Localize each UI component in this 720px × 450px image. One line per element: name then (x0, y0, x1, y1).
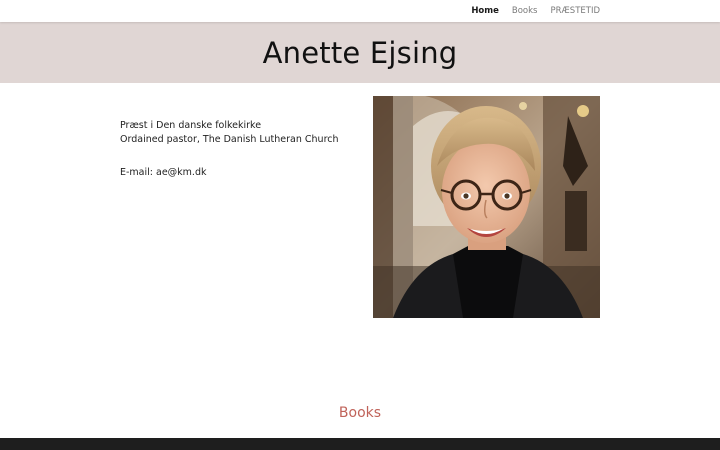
nav-item-books[interactable]: Books (512, 6, 538, 16)
portrait-photo (373, 96, 600, 318)
intro-line-english: Ordained pastor, The Danish Lutheran Chu… (120, 134, 339, 145)
page-title: Anette Ejsing (262, 35, 458, 70)
books-section-heading: Books (338, 405, 382, 421)
title-banner: Anette Ejsing (0, 22, 720, 83)
intro-text: Præst i Den danske folkekirke Ordained p… (120, 119, 360, 180)
intro-line-danish: Præst i Den danske folkekirke (120, 120, 262, 131)
nav-item-praestetid[interactable]: PRÆSTETID (550, 6, 600, 16)
main-menu: Home Books PRÆSTETID (471, 0, 600, 22)
top-navigation-bar: Home Books PRÆSTETID (0, 0, 720, 22)
page: Home Books PRÆSTETID Anette Ejsing Præst… (0, 0, 720, 450)
portrait-illustration (373, 96, 600, 318)
nav-item-home[interactable]: Home (471, 6, 499, 16)
email-line: E-mail: ae@km.dk (120, 167, 207, 178)
footer-bar (0, 438, 720, 450)
